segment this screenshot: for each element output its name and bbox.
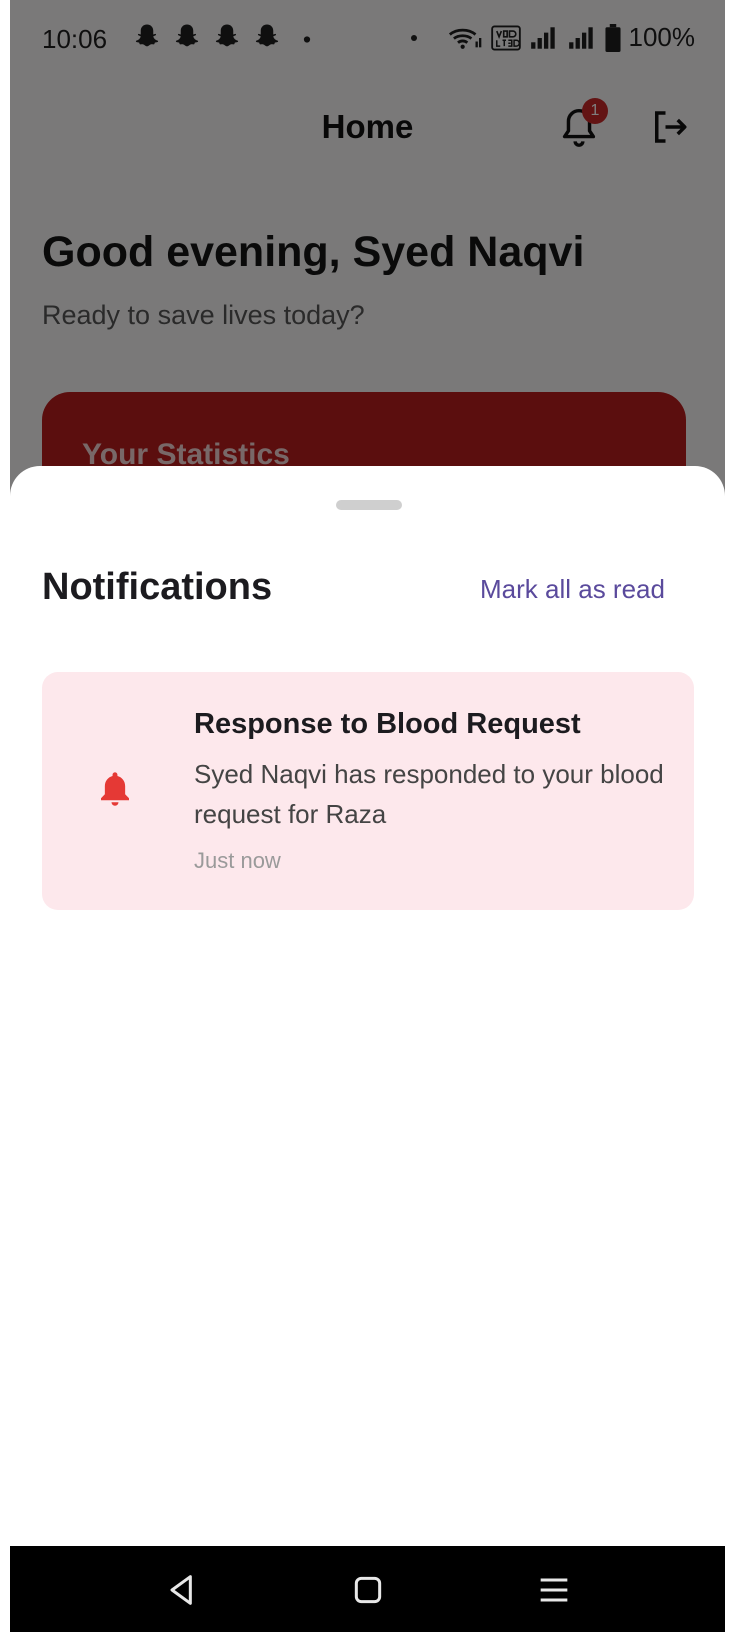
modal-scrim[interactable] — [10, 0, 725, 520]
notifications-title: Notifications — [42, 566, 273, 608]
notification-message: Syed Naqvi has responded to your blood r… — [194, 759, 664, 829]
recents-button[interactable] — [534, 1570, 574, 1610]
back-triangle-icon — [170, 1575, 192, 1605]
home-button[interactable] — [348, 1570, 388, 1610]
bell-icon — [101, 772, 129, 806]
home-square-icon — [354, 1576, 382, 1604]
notification-title: Response to Blood Request — [194, 708, 581, 740]
notification-timestamp: Just now — [194, 848, 281, 873]
right-bezel — [725, 0, 735, 1632]
system-navigation-bar — [10, 1546, 725, 1632]
notifications-bottom-sheet: Notifications Mark all as read Response … — [10, 466, 725, 1546]
menu-lines-icon — [540, 1578, 568, 1602]
mark-all-read-button[interactable]: Mark all as read — [480, 574, 665, 605]
phone-screen: 10:06 — [10, 0, 725, 1632]
notification-item[interactable]: Response to Blood Request Syed Naqvi has… — [42, 672, 694, 910]
back-button[interactable] — [162, 1570, 202, 1610]
sheet-drag-handle[interactable] — [336, 500, 402, 510]
left-bezel — [0, 0, 10, 1632]
home-screen: 10:06 — [10, 0, 725, 592]
